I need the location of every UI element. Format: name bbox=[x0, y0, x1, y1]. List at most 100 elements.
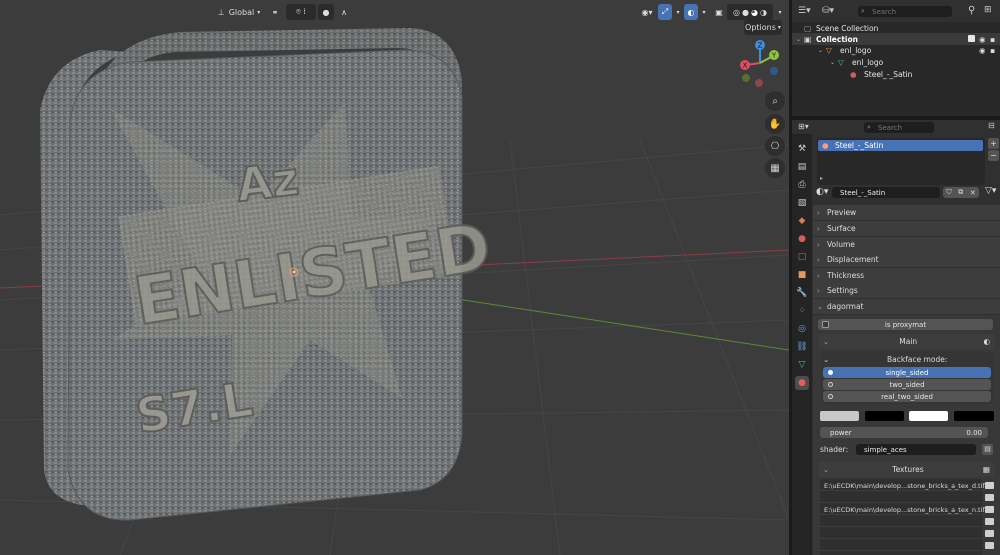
color-swatch-3[interactable] bbox=[909, 411, 948, 421]
navigation-gizmo[interactable]: Z X Y bbox=[737, 38, 783, 88]
folder-icon[interactable] bbox=[985, 518, 994, 525]
tool-tab-icon[interactable]: ⚒ bbox=[795, 142, 809, 156]
physics-tab-icon[interactable]: ◎ bbox=[795, 322, 809, 336]
pin-icon[interactable]: ⊟ bbox=[988, 121, 995, 130]
remove-slot-button[interactable]: − bbox=[988, 150, 999, 161]
eye-icon[interactable]: ◉ bbox=[979, 46, 986, 55]
power-field[interactable]: power 0.00 bbox=[820, 427, 988, 438]
outliner-row-enl-logo-mesh[interactable]: ⌄ ▽ enl_logo bbox=[792, 56, 1000, 68]
fake-user-icon[interactable]: ⛉ bbox=[946, 188, 951, 197]
visibility-dropdown[interactable]: ◉▾ bbox=[636, 4, 658, 20]
gizmo-dropdown[interactable]: ▾ bbox=[672, 4, 684, 20]
eye-icon[interactable]: ◉ bbox=[979, 35, 986, 44]
overlays-toggle[interactable]: ◐ bbox=[684, 4, 698, 20]
material-actions: ⛉ ⧉ ✕ bbox=[943, 187, 979, 198]
data-tab-icon[interactable]: ▽ bbox=[795, 358, 809, 372]
output-tab-icon[interactable]: ⎙ bbox=[795, 178, 809, 192]
folder-icon[interactable] bbox=[985, 494, 994, 501]
link-dropdown-icon[interactable]: ▽▾ bbox=[985, 186, 996, 196]
color-swatch-1[interactable] bbox=[820, 411, 859, 421]
view-layer-tab-icon[interactable]: ▧ bbox=[795, 196, 809, 210]
panel-thickness[interactable]: › Thickness bbox=[813, 268, 1000, 283]
editor-type-icon[interactable]: ☰▾ bbox=[798, 6, 811, 16]
checkbox[interactable] bbox=[822, 321, 829, 328]
panel-dagormat[interactable]: ⌄ dagormat bbox=[813, 299, 1000, 314]
camera-icon[interactable]: ▪ bbox=[990, 46, 995, 55]
overlays-dropdown[interactable]: ▾ bbox=[698, 4, 710, 20]
modifier-tab-icon[interactable]: 🔧 bbox=[795, 286, 809, 300]
folder-icon[interactable] bbox=[985, 542, 994, 549]
material-shading-icon[interactable]: ◕ bbox=[751, 8, 758, 17]
grid-icon[interactable]: ▦ bbox=[983, 465, 990, 474]
shading-mode-group[interactable]: ◎ ● ◕ ◑ bbox=[727, 4, 773, 20]
texture-path-2[interactable]: E:\uECDK\main\develop...stone_bricks_a_t… bbox=[824, 506, 985, 514]
material-slot-item[interactable]: ● Steel_-_Satin bbox=[818, 140, 983, 151]
constraints-tab-icon[interactable]: ⛓ bbox=[795, 340, 809, 354]
material-slot-list[interactable]: ● Steel_-_Satin ▸ bbox=[817, 138, 985, 185]
material-sphere-icon[interactable]: ◐ bbox=[983, 337, 990, 346]
new-collection-icon[interactable]: ⊞ bbox=[984, 5, 992, 15]
options-button[interactable]: Options ▾ bbox=[744, 20, 782, 35]
particles-tab-icon[interactable]: ⁘ bbox=[795, 304, 809, 318]
panel-settings[interactable]: › Settings bbox=[813, 283, 1000, 298]
shader-field[interactable]: simple_aces bbox=[856, 444, 976, 455]
material-tab-icon[interactable]: ● bbox=[795, 376, 809, 390]
3d-viewport[interactable]: ENLISTED Az S7.L ⊥ Global ▾ ⚭ ⌾ ⁞ ● ∧ ◉▾… bbox=[0, 0, 789, 555]
add-slot-button[interactable]: + bbox=[988, 138, 999, 149]
object-tab-icon[interactable]: ■ bbox=[795, 268, 809, 282]
render-tab-icon[interactable]: ▤ bbox=[795, 160, 809, 174]
scene-tab-icon[interactable]: ◆ bbox=[795, 214, 809, 228]
folder-icon[interactable] bbox=[985, 506, 994, 513]
list-expand-icon[interactable]: ▸ bbox=[820, 175, 823, 182]
browse-material-button[interactable]: ◐▾ bbox=[816, 187, 828, 197]
duplicate-icon[interactable]: ⧉ bbox=[958, 188, 963, 197]
gizmo-toggle[interactable]: ⤢ bbox=[658, 4, 672, 20]
panel-preview[interactable]: › Preview bbox=[813, 205, 1000, 220]
backface-mode-header[interactable]: ⌄ Backface mode: bbox=[823, 355, 993, 364]
pivot-point-dropdown[interactable]: ⚭ bbox=[266, 4, 284, 20]
folder-icon[interactable] bbox=[985, 530, 994, 537]
falloff-dropdown[interactable]: ∧ bbox=[336, 4, 352, 20]
panel-surface[interactable]: › Surface bbox=[813, 221, 1000, 236]
zoom-button[interactable]: ⌕ bbox=[765, 91, 785, 111]
properties-search-input[interactable]: ⌕ Search bbox=[864, 122, 934, 133]
proportional-edit-toggle[interactable]: ● bbox=[318, 4, 334, 20]
collection-tab-icon[interactable]: ▢ bbox=[795, 250, 809, 264]
subpanel-textures[interactable]: ⌄ Textures ▦ bbox=[819, 462, 994, 477]
chevron-down-icon: ⌄ bbox=[818, 46, 824, 54]
editor-type-icon[interactable]: ⊞▾ bbox=[798, 122, 809, 131]
material-name-field[interactable]: Steel_-_Satin bbox=[832, 187, 940, 198]
pan-button[interactable]: ✋ bbox=[765, 114, 785, 134]
backface-option-real-two-sided[interactable]: real_two_sided bbox=[823, 391, 991, 402]
outliner-row-material[interactable]: ● Steel_-_Satin bbox=[792, 68, 1000, 80]
subpanel-main[interactable]: ⌄ Main ◐ bbox=[819, 334, 994, 349]
wireframe-shading-icon[interactable]: ◎ bbox=[733, 8, 740, 17]
shading-dropdown[interactable]: ▾ bbox=[774, 4, 786, 20]
folder-icon[interactable] bbox=[985, 482, 994, 489]
color-swatch-4[interactable] bbox=[954, 411, 994, 421]
exclude-checkbox[interactable] bbox=[968, 35, 975, 42]
outliner-row-enl-logo-object[interactable]: ⌄ ▽ enl_logo ◉ ▪ bbox=[792, 44, 1000, 56]
panel-volume[interactable]: › Volume bbox=[813, 237, 1000, 252]
shader-browse-button[interactable]: ▤ bbox=[982, 444, 993, 455]
filter-display-icon[interactable]: ⛁▾ bbox=[822, 6, 834, 16]
perspective-toggle-button[interactable]: ▦ bbox=[765, 158, 785, 178]
filter-funnel-icon[interactable]: ⚲ bbox=[968, 5, 975, 16]
outliner-search-input[interactable]: ⌕ Search bbox=[858, 6, 952, 17]
camera-view-button[interactable]: ⎔ bbox=[765, 136, 785, 156]
world-tab-icon[interactable]: ● bbox=[795, 232, 809, 246]
snap-toggle[interactable]: ⌾ ⁞ bbox=[286, 4, 316, 20]
solid-shading-icon[interactable]: ● bbox=[742, 8, 749, 17]
chevron-down-icon: ▾ bbox=[702, 8, 706, 16]
camera-icon[interactable]: ▪ bbox=[990, 35, 995, 44]
color-swatch-2[interactable] bbox=[865, 411, 904, 421]
rendered-shading-icon[interactable]: ◑ bbox=[760, 8, 767, 17]
close-icon[interactable]: ✕ bbox=[970, 189, 976, 197]
texture-path-1[interactable]: E:\uECDK\main\develop...stone_bricks_a_t… bbox=[824, 482, 985, 490]
backface-option-single-sided[interactable]: single_sided bbox=[823, 367, 991, 378]
panel-displacement[interactable]: › Displacement bbox=[813, 252, 1000, 267]
xray-toggle[interactable]: ▣ bbox=[712, 4, 726, 20]
transform-orientation-dropdown[interactable]: ⊥ Global ▾ bbox=[216, 4, 262, 20]
is-proxymat-toggle[interactable]: is proxymat bbox=[818, 319, 993, 330]
backface-option-two-sided[interactable]: two_sided bbox=[823, 379, 991, 390]
